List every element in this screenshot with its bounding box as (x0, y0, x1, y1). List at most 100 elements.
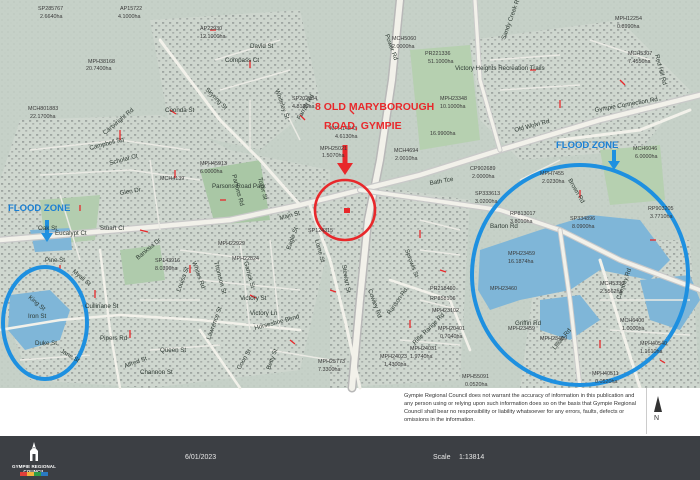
lot-label: 6.0000ha (200, 169, 222, 175)
lot-label: RP903205 (648, 206, 673, 212)
lot-label: AP15722 (120, 6, 142, 12)
lot-label: MPH25773 (318, 359, 345, 365)
lot-label: MPH23459 (540, 336, 567, 342)
logo-bar (27, 472, 34, 476)
scale-value: 1:13814 (459, 454, 485, 461)
property-address-line1: 8 OLD MARYBOROUGH (315, 101, 434, 113)
lot-label: MPH22929 (218, 241, 245, 247)
lot-label: SP202504 (292, 96, 317, 102)
lot-label: MPH7455 (540, 171, 564, 177)
lot-label: MPH23460 (490, 286, 517, 292)
property-address-line2: ROAD, GYMPIE (324, 120, 402, 132)
lot-label: MCH801883 (28, 106, 58, 112)
lot-label: 2.6640ha (40, 14, 62, 20)
street-label: Eucalypt Ct (55, 230, 87, 237)
lot-label: 7.3300ha (318, 367, 340, 373)
lot-label: SP333613 (475, 191, 500, 197)
logo-bar (20, 472, 27, 476)
map-canvas[interactable]: David StCompass CtSkyring St Whiteley St F… (0, 0, 700, 436)
lot-label: 1.0000ha (622, 326, 644, 332)
lot-label: 3.7710ha (650, 214, 672, 220)
street-label: Victory St (240, 295, 267, 302)
lot-label: SP334896 (570, 216, 595, 222)
north-arrow-icon (654, 396, 662, 412)
print-date: 6/01/2023 (185, 454, 217, 461)
lot-label: 51.1000ha (428, 59, 453, 65)
lot-label: RP813017 (510, 211, 535, 217)
disclaimer-box: Gympie Regional Council does not warrant… (398, 388, 646, 434)
lot-label: 4.8180ha (292, 104, 314, 110)
lot-label: 1.1610ha (640, 349, 662, 355)
lot-label: MCH4139 (160, 176, 184, 182)
lot-label: MPH24031 (410, 346, 437, 352)
street-label: Pine St (45, 257, 65, 264)
lot-label: MPH20401 (438, 326, 465, 332)
street-label: Queen St (160, 347, 186, 354)
street-label: David St (250, 43, 274, 50)
lot-label: 1.4300ha (384, 362, 406, 368)
lot-label: AP22930 (200, 26, 222, 32)
street-label: Channon St (140, 369, 173, 376)
lot-label: 7.4550ha (628, 59, 650, 65)
lot-label: 16.1874ha (508, 259, 533, 265)
lot-label: MPH23348 (440, 96, 467, 102)
lot-label: MPH24023 (380, 354, 407, 360)
lot-label: 16.9900ha (430, 131, 455, 137)
lot-label: RP858106 (430, 296, 455, 302)
lot-label: 8.0900ha (572, 224, 594, 230)
lot-label: 20.7400ha (86, 66, 111, 72)
lot-label: MPH23459 (508, 326, 535, 332)
lot-label: PR221336 (425, 51, 450, 57)
lot-label: MPH23459 (508, 251, 535, 257)
street-label: Coonda St (165, 107, 195, 114)
disclaimer-text: Gympie Regional Council does not warrant… (404, 393, 636, 423)
lot-label: MCH5307 (628, 51, 652, 57)
map-frame[interactable]: David St Compass Ct Skyring St Whiteley St F… (0, 0, 700, 436)
logo-bar (34, 472, 41, 476)
lot-label: MPH45913 (200, 161, 227, 167)
lot-label: PR218460 (430, 286, 455, 292)
lot-label: MPH55091 (462, 374, 489, 380)
lot-label: MCH5336 (600, 281, 624, 287)
lot-label: 3.8010ha (510, 219, 532, 225)
lot-label: 10.1000ha (440, 104, 465, 110)
lot-label: 2.0000ha (472, 174, 494, 180)
street-label: Victory Ln (250, 310, 278, 317)
street-label: Parsons Road Park (212, 183, 267, 190)
north-label: N (654, 415, 660, 422)
lot-label: MPH23102 (432, 308, 459, 314)
north-arrow-box: N (646, 388, 669, 434)
lot-label: 6.0000ha (635, 154, 657, 160)
lot-label: MCH5060 (392, 36, 416, 42)
flood-zone-label-right: FLOOD ZONE (556, 140, 618, 151)
council-logo: GYMPIE REGIONAL COUNCIL (6, 439, 62, 477)
lot-label: 2.0000ha (392, 44, 414, 50)
street-label: Victory Heights Recreation Trails (455, 65, 545, 72)
lot-label: 1.5070ha (322, 153, 344, 159)
lot-label: 8.0390ha (155, 266, 177, 272)
lot-label: CP902689 (470, 166, 495, 172)
lot-label: 22.1700ha (30, 114, 55, 120)
lot-label: SP285767 (38, 6, 63, 12)
lot-label: MCH6400 (620, 318, 644, 324)
street-label: Stuart Cl (100, 225, 124, 232)
flood-zone-label-left: FLOOD ZONE (8, 203, 70, 214)
lot-label: 3.0200ha (475, 199, 497, 205)
lot-label: MPH22824 (232, 256, 259, 262)
lot-label: SP143916 (155, 258, 180, 264)
lot-label: MCH4694 (394, 148, 418, 154)
lot-label: MPH40511 (592, 371, 619, 377)
street-label: Iron St (28, 313, 47, 320)
lot-label: MPH38168 (88, 59, 115, 65)
logo-mark-icon (30, 442, 38, 461)
street-label: Cullinane St (85, 303, 119, 310)
lot-label: 0.7040ha (440, 334, 462, 340)
lot-label: 4.1000ha (118, 14, 140, 20)
lot-label: MPH40540 (640, 341, 667, 347)
street-label: Compass Ct (225, 57, 259, 64)
lot-label: 2.0230ha (542, 179, 564, 185)
lot-label: 4.6130ha (335, 134, 357, 140)
logo-bar (41, 472, 48, 476)
street-label: Duke St (35, 340, 57, 347)
lot-label: 2.0010ha (395, 156, 417, 162)
